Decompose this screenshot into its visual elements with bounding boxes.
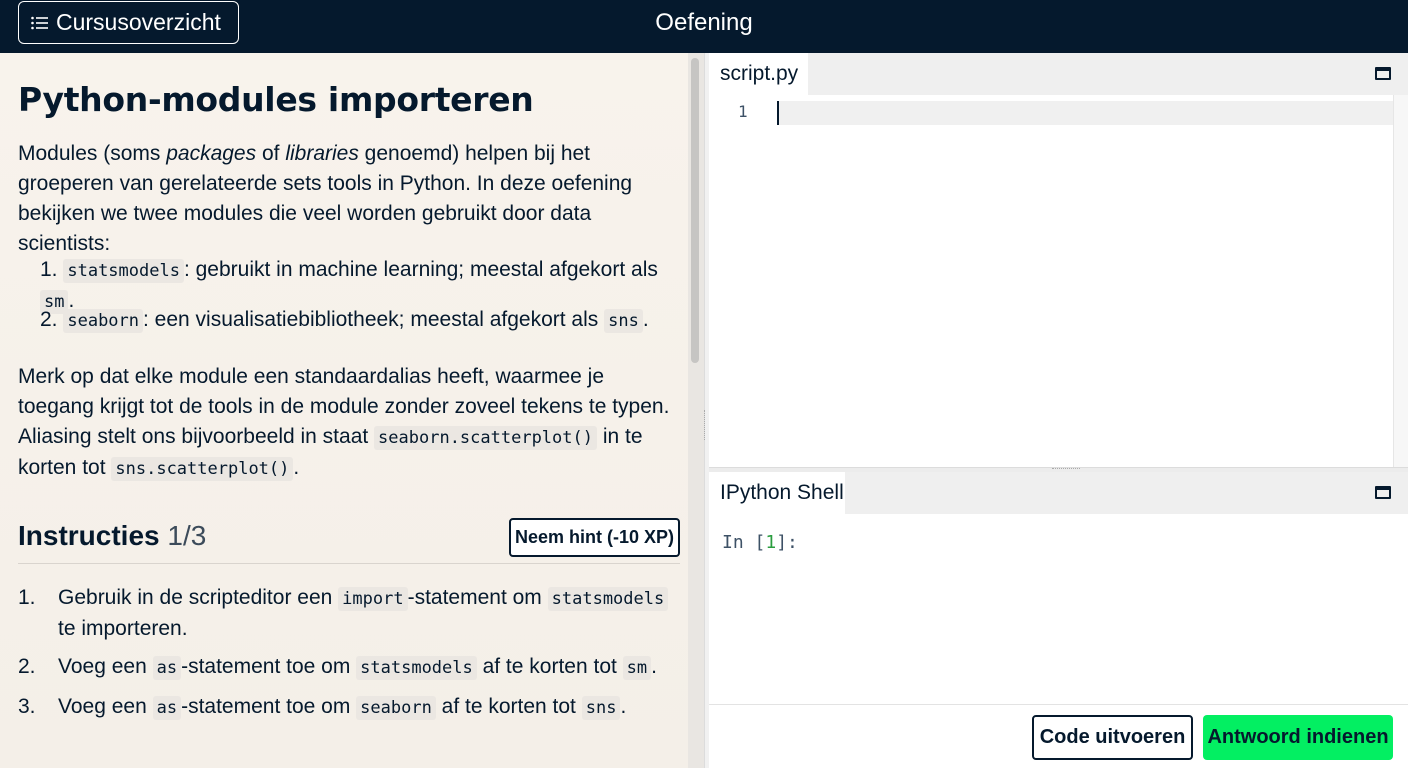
module-description: : een visualisatiebibliotheek; meestal a… [143, 308, 605, 331]
tab-script-py[interactable]: script.py [709, 53, 808, 95]
list-number: 2. [40, 308, 58, 331]
alias-paragraph: Merk op dat elke module een standaardali… [18, 362, 678, 484]
step-text: af te korten tot [476, 655, 623, 678]
step-text: Voeg een [58, 695, 153, 718]
take-hint-button[interactable]: Neem hint (-10 XP) [509, 518, 680, 557]
module-description: : gebruikt in machine learning; meestal … [183, 258, 658, 281]
step-text: -statement toe om [181, 695, 357, 718]
page-title: Oefening [655, 9, 753, 36]
inline-code: as [152, 656, 182, 680]
module-item-seaborn: 2. seaborn: een visualisatiebibliotheek;… [40, 305, 680, 336]
instructions-title: Instructies [18, 520, 160, 551]
instructions-heading: Instructies 1/3 [18, 520, 206, 552]
text-cursor [777, 101, 779, 125]
resize-grip-icon [704, 410, 708, 440]
maximize-icon[interactable] [1375, 486, 1391, 499]
shell-tab-bar: IPython Shell [709, 472, 1408, 514]
editor-scrollbar[interactable] [1393, 95, 1408, 467]
exercise-scrollbar-thumb[interactable] [691, 58, 699, 363]
list-number: 1. [40, 258, 58, 281]
instruction-step-2: 2. Voeg een as -statement toe om statsmode… [18, 652, 678, 683]
instructions-divider [18, 563, 680, 564]
intro-paragraph: Modules (soms packages of libraries geno… [18, 139, 678, 259]
shell-prompt: In [1]: [722, 532, 798, 553]
step-number: 3. [18, 695, 36, 718]
inline-code: as [152, 696, 182, 720]
maximize-icon[interactable] [1375, 67, 1391, 80]
step-text: -statement toe om [181, 655, 357, 678]
inline-code: seaborn.scatterplot() [374, 426, 597, 450]
prompt-number: 1 [765, 532, 777, 553]
exercise-title: Python-modules importeren [18, 80, 534, 119]
intro-text: Modules (soms [18, 142, 167, 165]
step-text: Gebruik in de scripteditor een [58, 586, 339, 609]
inline-code: import [338, 587, 408, 611]
inline-code: sns [581, 696, 621, 720]
instruction-step-3: 3. Voeg een as -statement toe om seaborn a… [18, 692, 678, 723]
script-editor[interactable]: script.py 1 [709, 53, 1408, 467]
inline-code: sm [622, 656, 652, 680]
inline-code: statsmodels [63, 259, 184, 283]
run-code-button[interactable]: Code uitvoeren [1032, 715, 1193, 760]
step-number: 2. [18, 655, 36, 678]
step-text: Voeg een [58, 655, 153, 678]
tab-ipython-shell[interactable]: IPython Shell [709, 472, 845, 514]
punctuation: . [651, 655, 657, 678]
inline-code: sns [604, 309, 643, 333]
prompt-prefix: In [ [722, 532, 766, 553]
instruction-step-1: 1. Gebruik in de scripteditor een import -… [18, 583, 678, 644]
action-footer: Code uitvoeren Antwoord indienen [709, 704, 1408, 768]
instructions-progress: 1/3 [167, 520, 207, 551]
inline-code: statsmodels [547, 587, 669, 611]
inline-code: seaborn [63, 309, 144, 333]
intro-text: of [256, 142, 286, 165]
punctuation: . [620, 695, 627, 718]
inline-code: sns.scatterplot() [111, 457, 294, 481]
line-number: 1 [738, 102, 748, 121]
step-text: af te korten tot [435, 695, 582, 718]
step-number: 1. [18, 586, 36, 609]
active-line-highlight [777, 101, 1394, 125]
submit-answer-button[interactable]: Antwoord indienen [1203, 715, 1393, 760]
step-text: te importeren. [58, 617, 188, 640]
step-text: -statement om [407, 586, 548, 609]
intro-emphasis-libraries: libraries [285, 142, 359, 165]
ipython-shell[interactable]: IPython Shell In [1]: [709, 472, 1408, 704]
prompt-suffix: ]: [776, 532, 798, 553]
editor-tab-bar: script.py [709, 53, 1408, 95]
inline-code: seaborn [356, 696, 436, 720]
intro-emphasis-packages: packages [166, 142, 257, 165]
punctuation: . [293, 456, 300, 479]
punctuation: . [642, 308, 649, 331]
inline-code: statsmodels [356, 656, 477, 680]
resize-grip-icon [1052, 468, 1080, 470]
top-navigation-bar: Cursusoverzicht Oefening [0, 0, 1408, 53]
